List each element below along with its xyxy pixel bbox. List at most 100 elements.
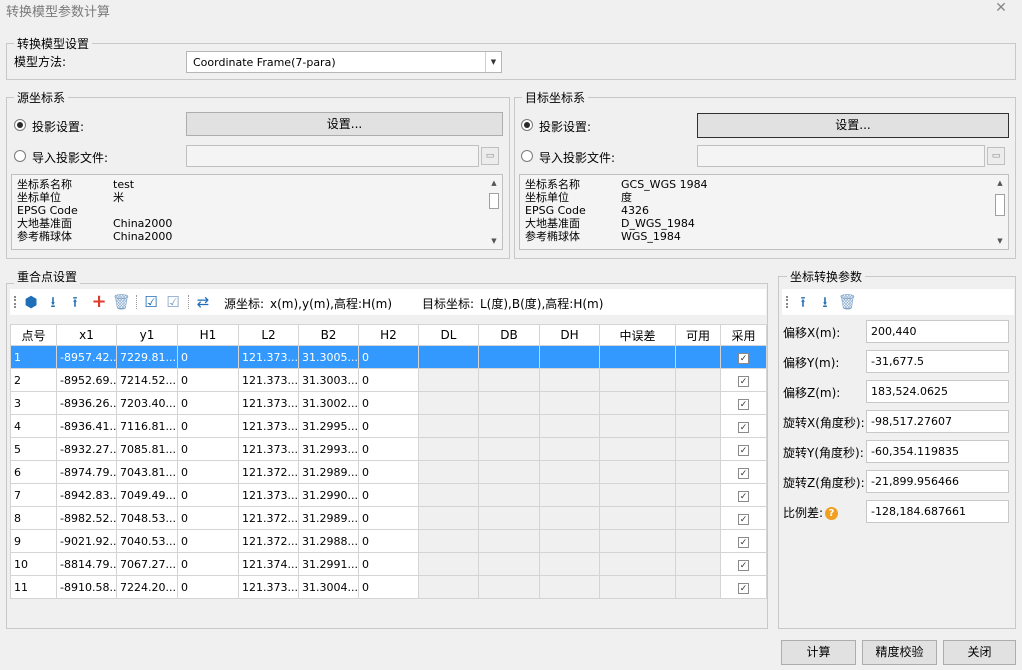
use-checkbox-cell[interactable]: ✓	[720, 529, 767, 553]
table-cell[interactable]	[539, 414, 600, 438]
table-cell[interactable]	[418, 506, 479, 530]
table-cell[interactable]	[539, 437, 600, 461]
table-cell[interactable]	[675, 368, 721, 392]
param-value-field[interactable]: 200,440	[866, 320, 1009, 343]
use-checkbox[interactable]: ✓	[738, 582, 749, 594]
table-cell[interactable]: 0	[177, 506, 239, 530]
table-cell[interactable]: 1	[10, 345, 57, 369]
table-cell[interactable]: 121.372...	[238, 460, 299, 484]
table-cell[interactable]: 0	[177, 414, 239, 438]
table-cell[interactable]	[599, 414, 676, 438]
table-cell[interactable]: -8936.26...	[56, 391, 117, 415]
column-header[interactable]: y1	[116, 324, 178, 346]
table-cell[interactable]: 121.373...	[238, 575, 299, 599]
table-cell[interactable]: 7229.81...	[116, 345, 178, 369]
use-checkbox-cell[interactable]: ✓	[720, 391, 767, 415]
param-value-field[interactable]: -21,899.956466	[866, 470, 1009, 493]
table-row[interactable]: 10 -8814.79... 7067.27... 0 121.374... 31.299…	[10, 552, 767, 576]
source-info-scrollbar[interactable]: ▲ ▼	[486, 175, 502, 249]
table-cell[interactable]	[539, 483, 600, 507]
column-header[interactable]: DH	[539, 324, 600, 346]
table-cell[interactable]: 0	[177, 552, 239, 576]
help-icon[interactable]: ?	[825, 507, 839, 520]
table-cell[interactable]	[418, 575, 479, 599]
column-header[interactable]: 中误差	[599, 324, 676, 346]
table-cell[interactable]: 31.2988...	[298, 529, 359, 553]
column-header[interactable]: DL	[418, 324, 479, 346]
import-points-icon[interactable]: ⬢	[22, 293, 40, 311]
table-cell[interactable]	[675, 460, 721, 484]
table-cell[interactable]	[418, 552, 479, 576]
points-table[interactable]: 点号 x1 y1 H1 L2 B2 H2 DL DB DH 中误差 可用 采用 1 -8957.42...…	[10, 324, 767, 599]
table-cell[interactable]: 0	[177, 575, 239, 599]
column-header[interactable]: L2	[238, 324, 299, 346]
invert-select-icon[interactable]: ☑	[164, 293, 182, 311]
target-import-file-radio[interactable]	[521, 150, 533, 162]
table-row[interactable]: 9 -9021.92... 7040.53... 0 121.372... 31.2988…	[10, 529, 767, 553]
table-cell[interactable]: 0	[358, 437, 419, 461]
table-cell[interactable]	[539, 552, 600, 576]
table-cell[interactable]: 121.372...	[238, 506, 299, 530]
table-cell[interactable]: 31.2991...	[298, 552, 359, 576]
table-cell[interactable]	[418, 414, 479, 438]
column-header[interactable]: H2	[358, 324, 419, 346]
import-icon[interactable]: ⭳	[816, 293, 834, 311]
table-cell[interactable]: 7085.81...	[116, 437, 178, 461]
table-cell[interactable]: 0	[177, 368, 239, 392]
param-value-field[interactable]: 183,524.0625	[866, 380, 1009, 403]
column-header[interactable]: 可用	[675, 324, 721, 346]
column-header[interactable]: 采用	[720, 324, 767, 346]
close-icon[interactable]: ✕	[992, 0, 1010, 18]
use-checkbox[interactable]: ✓	[738, 559, 749, 571]
table-cell[interactable]: 31.2989...	[298, 460, 359, 484]
table-cell[interactable]	[675, 529, 721, 553]
source-import-file-radio[interactable]	[14, 150, 26, 162]
table-cell[interactable]	[675, 345, 721, 369]
table-cell[interactable]: 31.2990...	[298, 483, 359, 507]
table-row[interactable]: 7 -8942.83... 7049.49... 0 121.373... 31.2990…	[10, 483, 767, 507]
table-row[interactable]: 11 -8910.58... 7224.20... 0 121.373... 31.300…	[10, 575, 767, 599]
table-cell[interactable]	[418, 437, 479, 461]
target-info-scrollbar[interactable]: ▲ ▼	[992, 175, 1008, 249]
table-cell[interactable]: 0	[177, 391, 239, 415]
table-cell[interactable]: 9	[10, 529, 57, 553]
table-cell[interactable]: 0	[358, 460, 419, 484]
column-header[interactable]: B2	[298, 324, 359, 346]
use-checkbox[interactable]: ✓	[738, 444, 749, 456]
table-cell[interactable]: 8	[10, 506, 57, 530]
use-checkbox[interactable]: ✓	[738, 490, 749, 502]
table-cell[interactable]: 121.374...	[238, 552, 299, 576]
table-cell[interactable]	[478, 437, 540, 461]
table-cell[interactable]: 0	[358, 414, 419, 438]
shuffle-icon[interactable]: ⇄	[194, 293, 212, 311]
table-cell[interactable]	[599, 575, 676, 599]
table-cell[interactable]	[675, 575, 721, 599]
table-cell[interactable]: 0	[358, 391, 419, 415]
table-cell[interactable]	[599, 460, 676, 484]
table-row[interactable]: 1 -8957.42... 7229.81... 0 121.373... 31.3005…	[10, 345, 767, 369]
table-cell[interactable]	[539, 391, 600, 415]
table-cell[interactable]: 31.3004...	[298, 575, 359, 599]
table-cell[interactable]: 7214.52...	[116, 368, 178, 392]
table-cell[interactable]: -8932.27...	[56, 437, 117, 461]
table-row[interactable]: 5 -8932.27... 7085.81... 0 121.373... 31.2993…	[10, 437, 767, 461]
source-set-button[interactable]: 设置...	[186, 112, 503, 136]
table-cell[interactable]	[539, 529, 600, 553]
table-cell[interactable]	[478, 552, 540, 576]
table-cell[interactable]	[599, 483, 676, 507]
table-cell[interactable]	[478, 345, 540, 369]
target-set-button[interactable]: 设置...	[697, 113, 1009, 138]
table-cell[interactable]	[478, 506, 540, 530]
table-cell[interactable]: 0	[358, 345, 419, 369]
table-cell[interactable]: 121.373...	[238, 391, 299, 415]
table-cell[interactable]	[599, 345, 676, 369]
table-cell[interactable]	[675, 506, 721, 530]
table-cell[interactable]: 5	[10, 437, 57, 461]
table-cell[interactable]: -8814.79...	[56, 552, 117, 576]
scroll-up-icon[interactable]: ▲	[486, 176, 502, 190]
folder-open-icon[interactable]: ▭	[481, 147, 499, 165]
table-cell[interactable]	[539, 460, 600, 484]
scroll-up-icon[interactable]: ▲	[992, 176, 1008, 190]
table-row[interactable]: 2 -8952.69... 7214.52... 0 121.373... 31.3003…	[10, 368, 767, 392]
table-cell[interactable]: 31.3005...	[298, 345, 359, 369]
